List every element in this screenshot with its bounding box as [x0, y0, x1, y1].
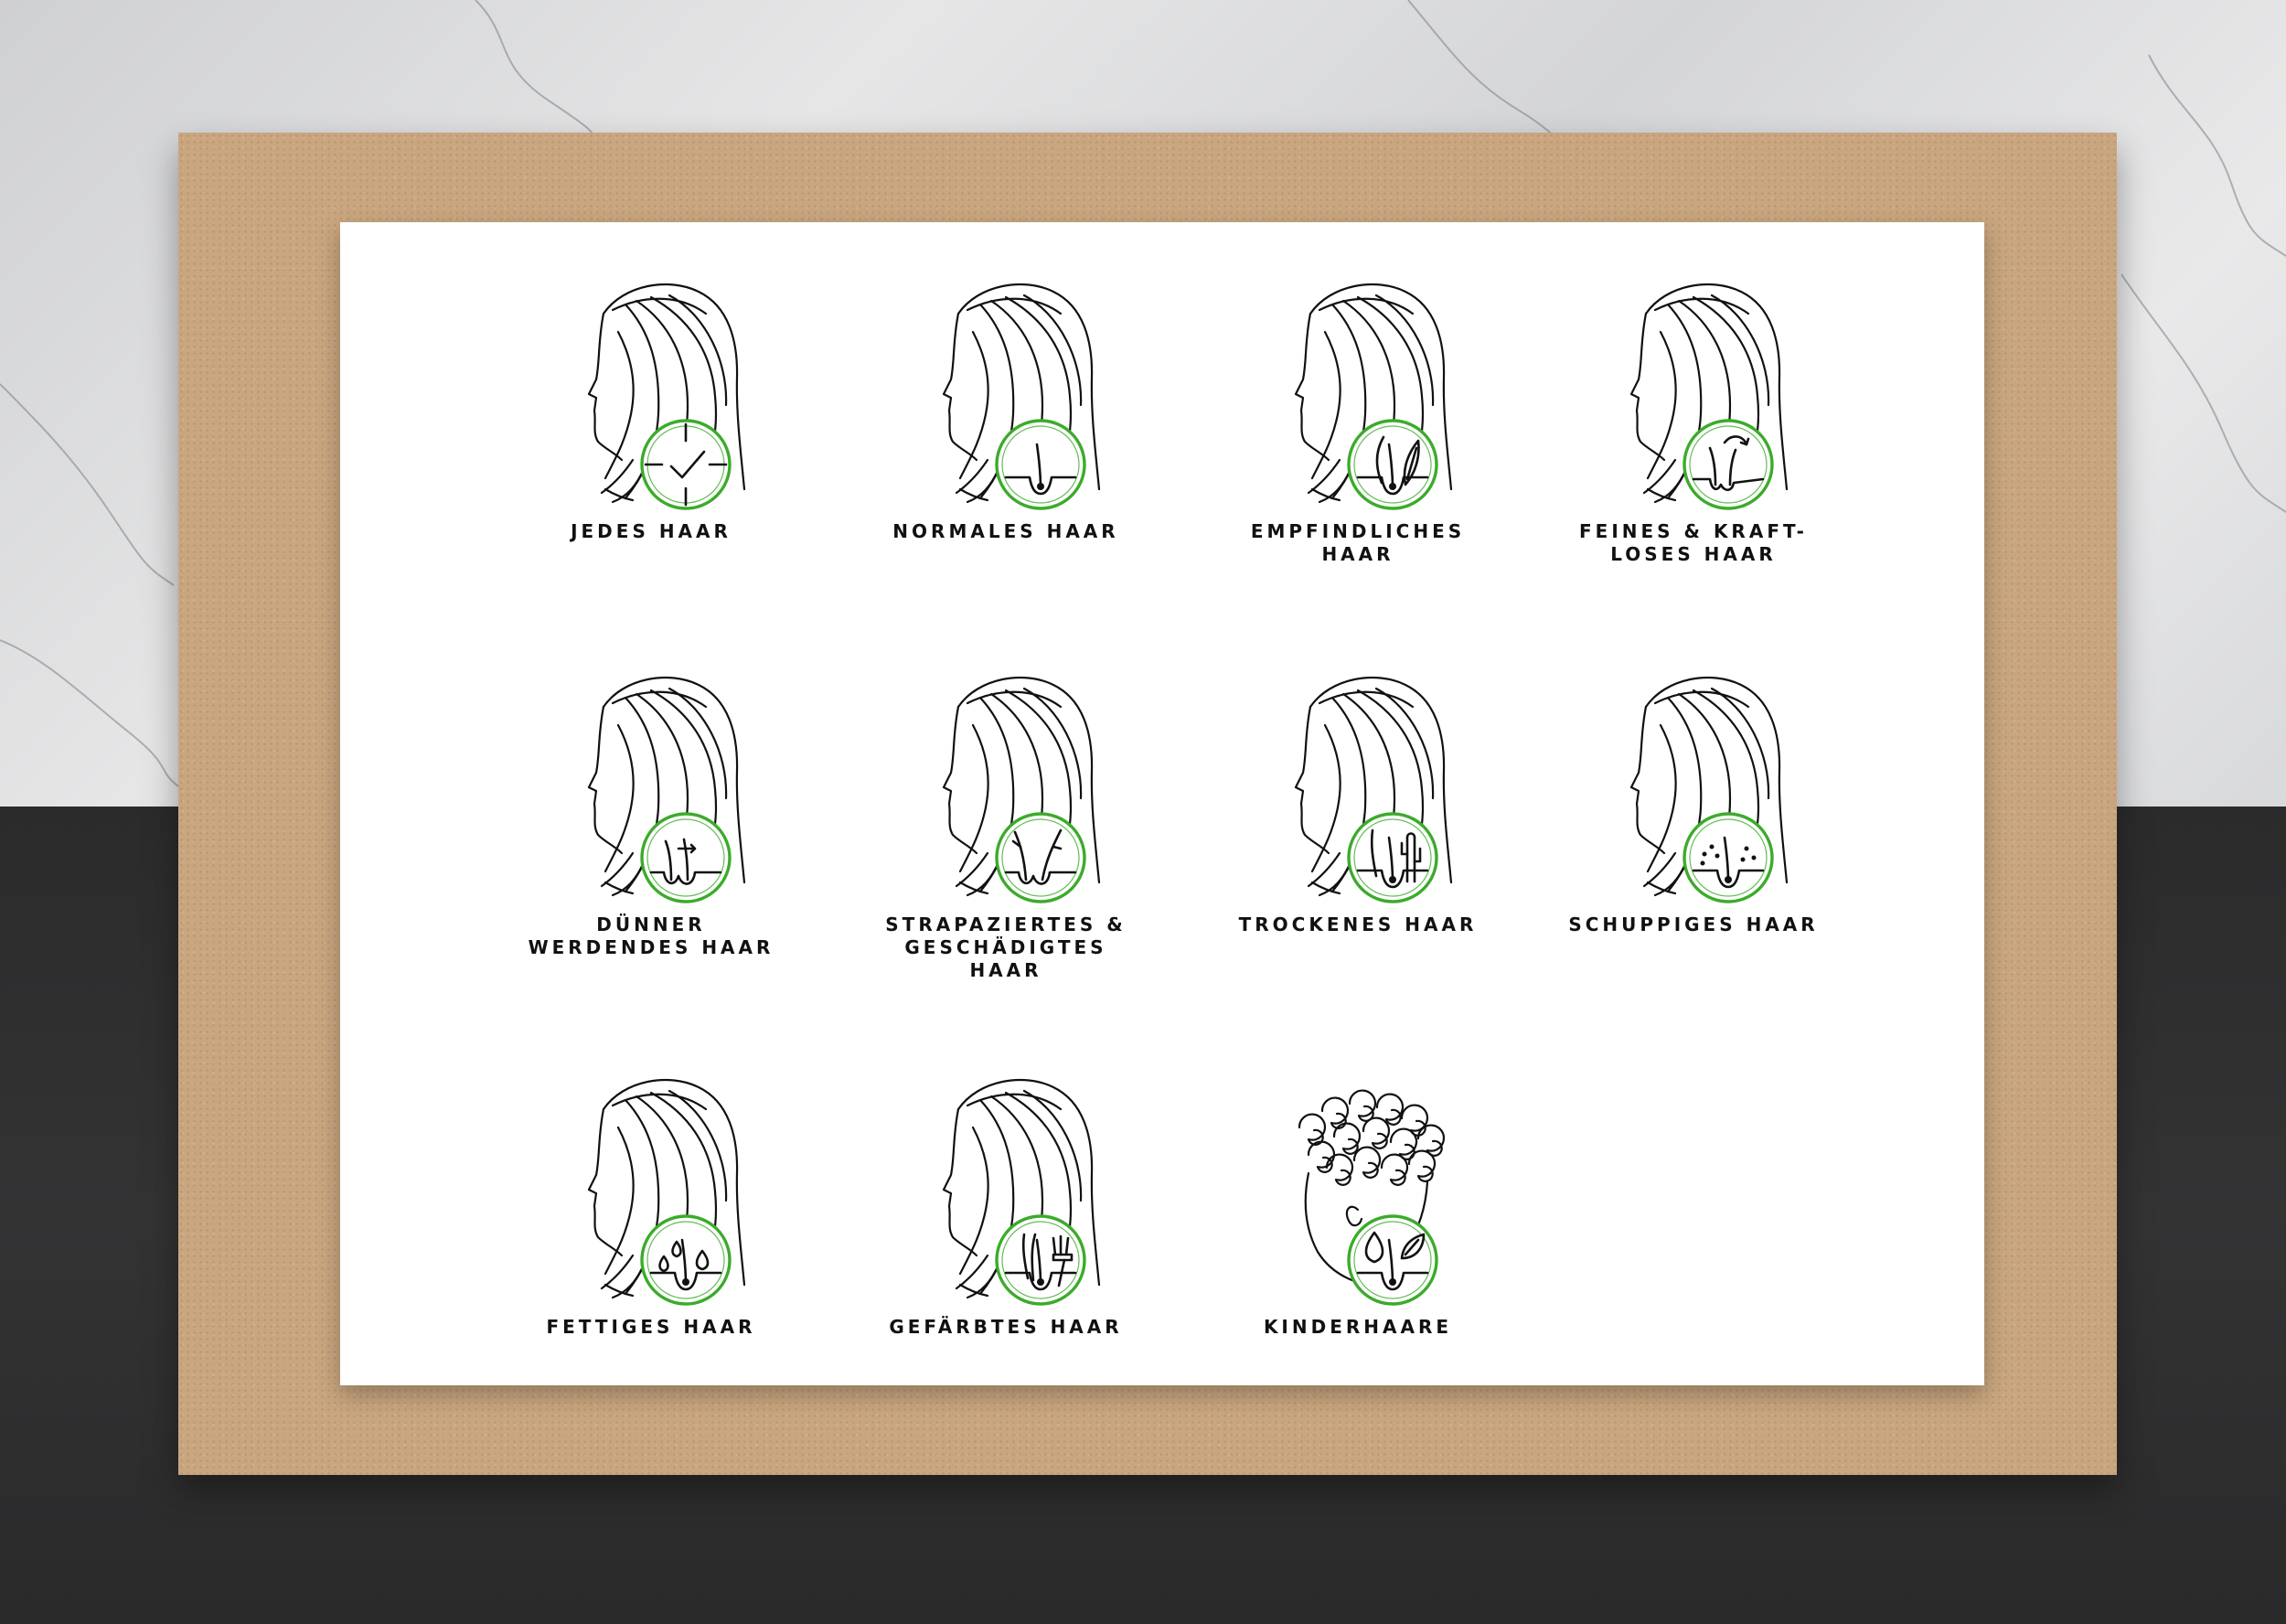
hair-type-label: JEDES HAAR: [571, 520, 732, 542]
hair-type-tile: KINDERHAARE: [1221, 1073, 1495, 1339]
hair-type-tile: EMPFINDLICHES HAAR: [1221, 277, 1495, 566]
hair-type-tile: DÜNNER WERDENDES HAAR: [514, 670, 788, 959]
hair-type-tile: NORMALES HAAR: [869, 277, 1143, 543]
hair-type-label: DÜNNER WERDENDES HAAR: [528, 914, 774, 958]
hair-type-label: EMPFINDLICHES HAAR: [1250, 520, 1466, 565]
woman-head-illustration: [587, 283, 746, 510]
hair-type-tile: SCHUPPIGES HAAR: [1556, 670, 1831, 936]
hair-type-tile: JEDES HAAR: [514, 277, 788, 543]
hair-type-tile: FEINES & KRAFT- LOSES HAAR: [1556, 277, 1831, 566]
hair-type-tile: FETTIGES HAAR: [514, 1073, 788, 1339]
woman-head-illustration: [1629, 283, 1789, 510]
woman-head-illustration: [1629, 676, 1789, 903]
hair-type-label: FETTIGES HAAR: [546, 1316, 756, 1338]
hair-type-label: NORMALES HAAR: [892, 520, 1119, 542]
hair-type-label: TROCKENES HAAR: [1238, 914, 1478, 935]
hair-type-label: STRAPAZIERTES & GESCHÄDIGTES HAAR: [885, 914, 1127, 981]
hair-type-label: KINDERHAARE: [1263, 1316, 1453, 1338]
woman-head-illustration: [942, 283, 1101, 510]
woman-head-illustration: [1294, 283, 1453, 510]
hair-type-tile: STRAPAZIERTES & GESCHÄDIGTES HAAR: [869, 670, 1143, 982]
woman-head-illustration: [587, 1078, 746, 1306]
hair-type-label: FEINES & KRAFT- LOSES HAAR: [1579, 520, 1808, 565]
woman-head-illustration: [942, 676, 1101, 903]
woman-head-illustration: [587, 676, 746, 903]
woman-head-illustration: [1294, 676, 1453, 903]
child-head-illustration: [1298, 1089, 1446, 1306]
hair-type-tile: GEFÄRBTES HAAR: [869, 1073, 1143, 1339]
icon-sheet: JEDES HAAR NORMALES HAAR EMPFINDLICHES H…: [340, 222, 1984, 1385]
hair-type-label: SCHUPPIGES HAAR: [1568, 914, 1819, 935]
woman-head-illustration: [942, 1078, 1101, 1306]
hair-type-label: GEFÄRBTES HAAR: [889, 1316, 1123, 1338]
hair-type-tile: TROCKENES HAAR: [1221, 670, 1495, 936]
